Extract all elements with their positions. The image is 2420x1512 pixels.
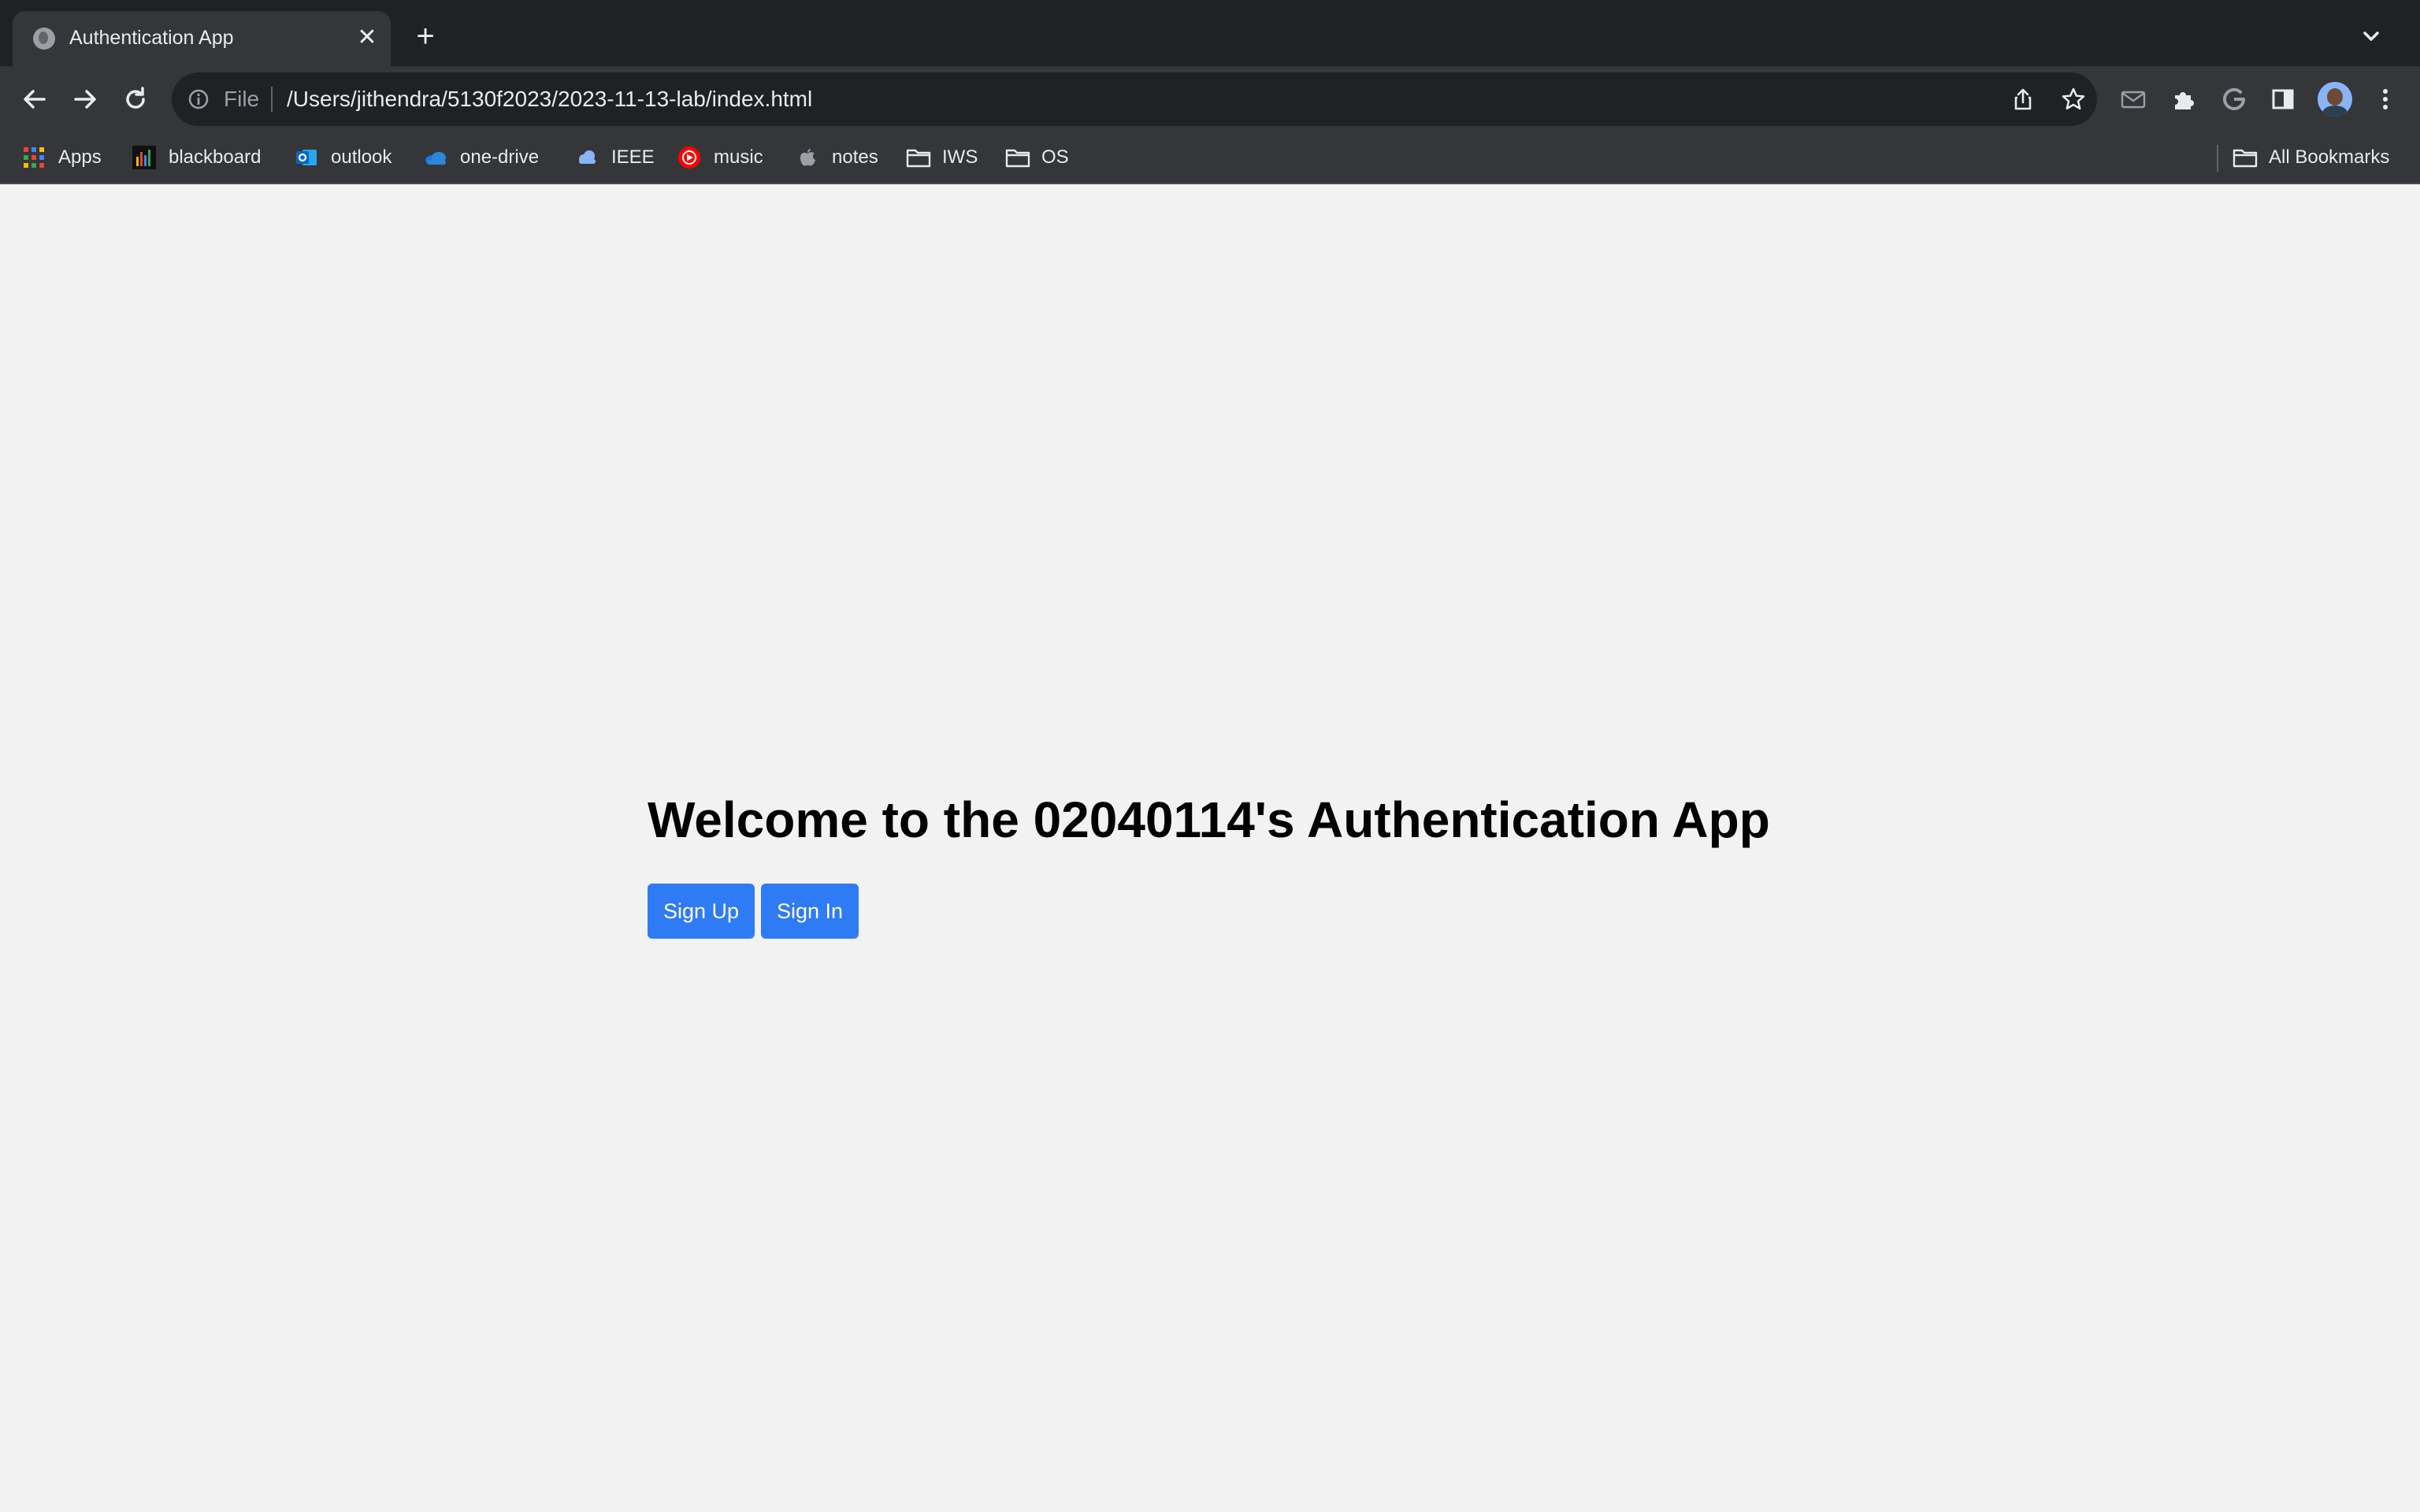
bookmark-one-drive[interactable]: one-drive: [424, 142, 539, 173]
profile-avatar[interactable]: [2318, 82, 2352, 117]
chevron-down-icon[interactable]: [2357, 22, 2385, 50]
bookmark-outlook[interactable]: outlook: [295, 142, 392, 173]
bookmark-label: blackboard: [169, 146, 262, 168]
info-icon[interactable]: [187, 88, 210, 110]
folder-icon: [906, 146, 931, 169]
bookmark-ieee[interactable]: IEEE: [575, 142, 655, 173]
apps-grid-icon: [22, 146, 46, 169]
bookmark-label: Apps: [58, 146, 102, 168]
bookmark-label: IWS: [942, 146, 978, 168]
bookmark-notes[interactable]: notes: [796, 142, 878, 173]
page-viewport: Welcome to the 02040114's Authentication…: [0, 184, 2420, 1512]
bookmark-iws-folder[interactable]: IWS: [906, 142, 978, 173]
bookmark-os-folder[interactable]: OS: [1005, 142, 1069, 173]
browser-tab-strip: Authentication App ✕ +: [0, 0, 2420, 66]
sign-up-button[interactable]: Sign Up: [648, 884, 755, 939]
blackboard-icon: [132, 146, 156, 169]
side-panel-icon[interactable]: [2267, 83, 2299, 115]
forward-arrow-icon[interactable]: [68, 82, 102, 117]
bookmark-label: OS: [1041, 146, 1069, 168]
bookmark-star-icon[interactable]: [2061, 87, 2086, 112]
extensions-puzzle-icon[interactable]: [2168, 83, 2199, 115]
browser-toolbar: File /Users/jithendra/5130f2023/2023-11-…: [0, 66, 2420, 132]
bookmark-label: notes: [832, 146, 878, 168]
close-tab-icon[interactable]: ✕: [353, 24, 381, 52]
bookmark-blackboard[interactable]: blackboard: [132, 142, 261, 173]
mail-extension-icon[interactable]: [2118, 83, 2149, 115]
reload-icon[interactable]: [118, 82, 153, 117]
bookmark-music[interactable]: music: [677, 142, 763, 173]
tab-title: Authentication App: [69, 27, 234, 49]
outlook-icon: [295, 146, 318, 169]
new-tab-icon[interactable]: +: [410, 20, 441, 52]
bookmarks-divider: [2217, 145, 2218, 172]
apple-icon: [796, 146, 819, 169]
bookmark-label: music: [714, 146, 763, 168]
bookmark-label: IEEE: [611, 146, 655, 168]
folder-icon: [1005, 146, 1030, 169]
bookmarks-bar: Apps blackboard outlook one-drive IEEE m…: [0, 132, 2420, 184]
browser-tab[interactable]: Authentication App ✕: [13, 11, 391, 66]
bookmark-apps[interactable]: Apps: [22, 142, 102, 173]
share-icon[interactable]: [2010, 87, 2036, 112]
bookmark-label: one-drive: [460, 146, 540, 168]
page-title: Welcome to the 02040114's Authentication…: [648, 791, 1770, 848]
back-arrow-icon[interactable]: [17, 82, 52, 117]
google-extension-icon[interactable]: [2218, 83, 2250, 115]
cloud-icon: [575, 146, 599, 169]
url-text[interactable]: /Users/jithendra/5130f2023/2023-11-13-la…: [287, 87, 812, 112]
globe-favicon-icon: [33, 28, 55, 50]
youtube-music-icon: [677, 146, 701, 169]
all-bookmarks-button[interactable]: All Bookmarks: [2233, 142, 2389, 173]
url-scheme-label: File: [224, 87, 260, 111]
onedrive-cloud-icon: [424, 146, 447, 169]
more-menu-icon[interactable]: [2370, 83, 2401, 115]
folder-icon: [2233, 146, 2258, 169]
url-divider: [271, 87, 273, 112]
address-bar[interactable]: File /Users/jithendra/5130f2023/2023-11-…: [172, 72, 2097, 126]
bookmark-label: outlook: [331, 146, 392, 168]
all-bookmarks-label: All Bookmarks: [2269, 146, 2390, 168]
sign-in-button[interactable]: Sign In: [761, 884, 859, 939]
